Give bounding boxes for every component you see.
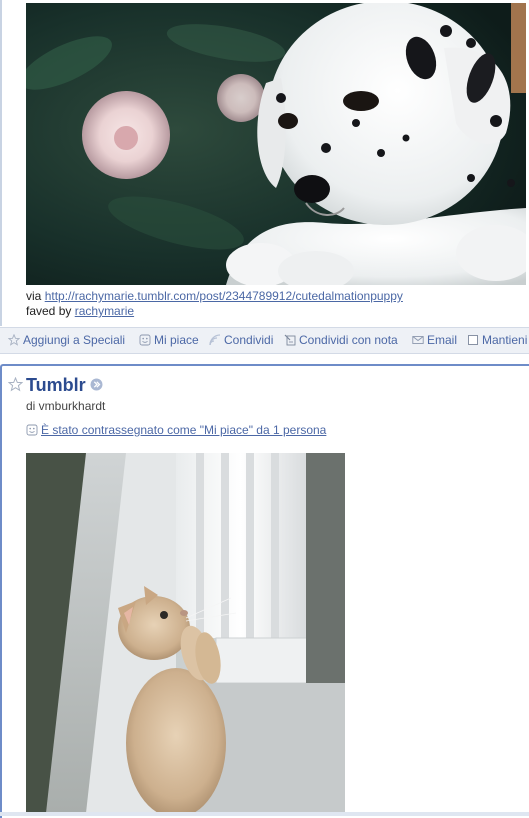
email-label: Email: [427, 333, 458, 347]
item-source-title[interactable]: Tumblr: [26, 374, 86, 396]
item-left-border: [0, 0, 2, 326]
like-button[interactable]: Mi piace: [139, 332, 199, 348]
checkbox-icon: [468, 335, 478, 345]
email-button[interactable]: Email: [412, 332, 457, 348]
share-button[interactable]: Condividi: [209, 332, 273, 348]
item-author: di vmburkhardt: [26, 399, 106, 413]
keep-unread-label: Mantieni: [482, 333, 528, 347]
share-icon: [209, 334, 221, 346]
like-label: Mi piace: [154, 333, 199, 347]
star-icon[interactable]: [8, 377, 23, 392]
via-prefix: via: [26, 289, 42, 303]
add-star-button[interactable]: Aggiungi a Speciali: [8, 332, 125, 348]
praying-kitten-image[interactable]: [26, 453, 345, 813]
email-icon: [412, 336, 424, 344]
smiley-icon: [139, 334, 151, 346]
current-feed-item[interactable]: Tumblr di vmburkhardt È stato contrasseg…: [0, 364, 529, 818]
previous-feed-item: via http://rachymarie.tumblr.com/post/23…: [0, 0, 529, 326]
keep-unread-button[interactable]: Mantieni: [467, 332, 527, 348]
add-star-label: Aggiungi a Speciali: [23, 333, 126, 347]
faved-by-link[interactable]: rachymarie: [75, 304, 134, 318]
bottom-edge: [0, 812, 529, 816]
faved-prefix: faved by: [26, 304, 72, 318]
note-icon: [284, 334, 296, 346]
share-with-note-label: Condividi con nota: [299, 333, 398, 347]
likes-line[interactable]: È stato contrassegnato come "Mi piace" d…: [26, 423, 326, 437]
likes-link[interactable]: È stato contrassegnato come "Mi piace" d…: [41, 423, 326, 437]
via-line: via http://rachymarie.tumblr.com/post/23…: [26, 289, 403, 304]
faved-by-line: faved by rachymarie: [26, 304, 134, 319]
via-source-link[interactable]: http://rachymarie.tumblr.com/post/234478…: [45, 289, 403, 303]
dalmatian-puppy-image[interactable]: [26, 3, 526, 285]
share-with-note-button[interactable]: Condividi con nota: [284, 332, 398, 348]
item-action-bar: Aggiungi a Speciali Mi piace Condividi C…: [0, 327, 529, 354]
smiley-icon: [26, 424, 38, 436]
share-label: Condividi: [224, 333, 274, 347]
arrow-right-icon[interactable]: [90, 378, 103, 391]
star-icon: [8, 334, 20, 346]
